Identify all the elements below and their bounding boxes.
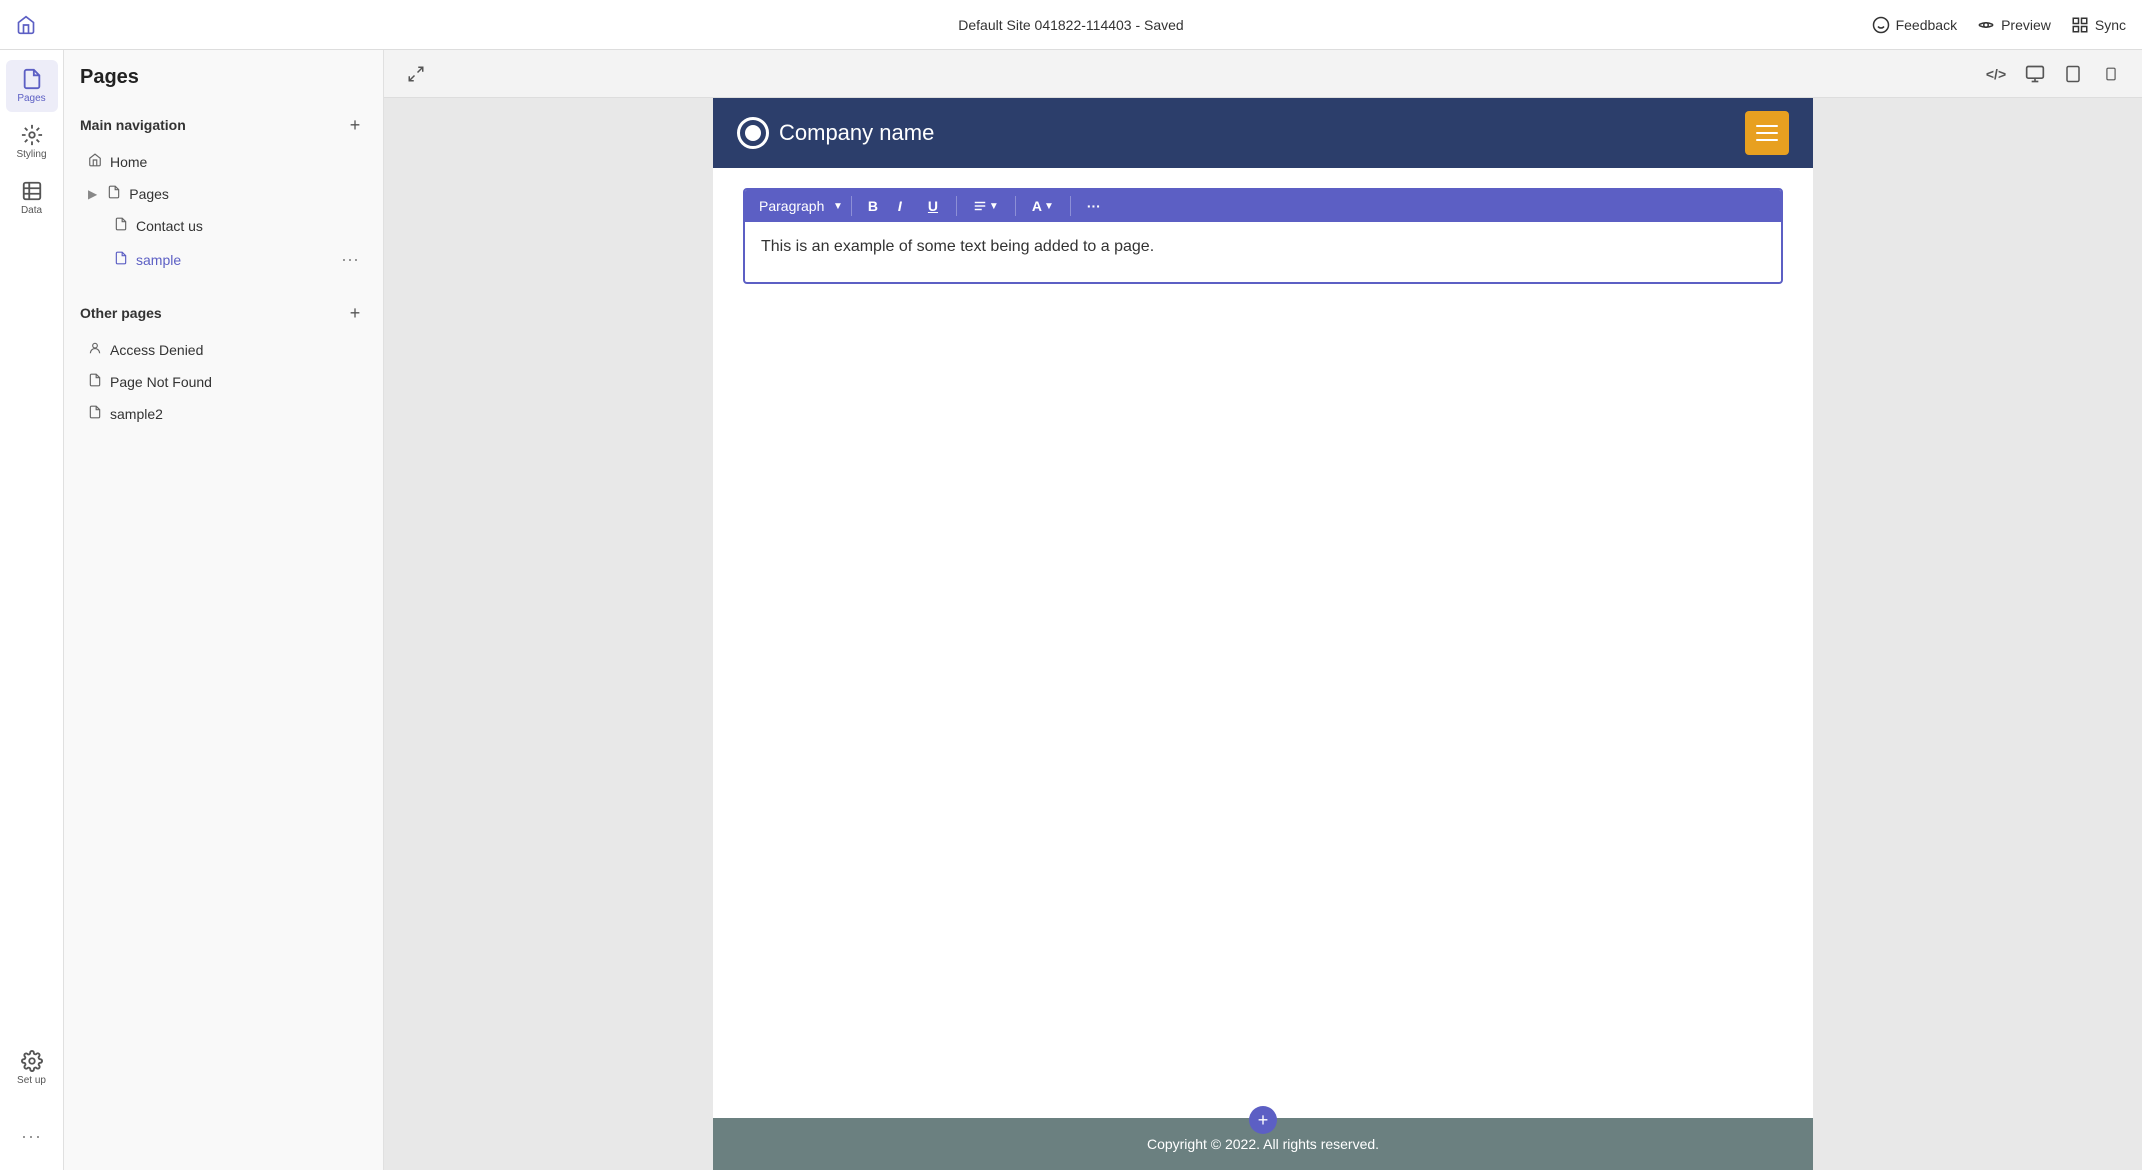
pages-nav-icon <box>107 185 121 202</box>
sample2-page-icon <box>88 405 102 422</box>
italic-button[interactable]: I <box>890 194 918 218</box>
nav-item-sample[interactable]: sample ··· <box>72 242 375 277</box>
tablet-view-button[interactable] <box>2058 59 2088 89</box>
canvas-scroll: Company name <box>384 98 2142 1170</box>
sidebar-item-more[interactable]: ··· <box>6 1110 58 1162</box>
hamburger-button[interactable] <box>1745 111 1789 155</box>
topbar-actions: Feedback Preview Sync <box>1872 16 2126 34</box>
sync-button[interactable]: Sync <box>2071 16 2126 34</box>
canvas-toolbar-left <box>400 58 432 90</box>
format-divider-3 <box>1015 196 1016 216</box>
other-pages-header: Other pages + <box>64 293 383 333</box>
font-button[interactable]: A ▼ <box>1024 194 1062 218</box>
font-caret-icon: ▼ <box>1044 201 1054 212</box>
main-nav-header: Main navigation + <box>64 105 383 145</box>
topbar: Default Site 041822-114403 - Saved Feedb… <box>0 0 2142 50</box>
add-block-button[interactable]: + <box>1249 1106 1277 1134</box>
nav-item-home[interactable]: Home <box>72 146 375 177</box>
mobile-view-button[interactable] <box>2096 59 2126 89</box>
other-pages-add-button[interactable]: + <box>343 301 367 325</box>
hamburger-line-2 <box>1756 132 1778 134</box>
access-denied-icon <box>88 341 102 358</box>
bold-button[interactable]: B <box>860 194 888 218</box>
paragraph-format-select[interactable]: Paragraph <box>753 194 831 218</box>
canvas-page: Company name <box>713 98 1813 1170</box>
hamburger-line-3 <box>1756 139 1778 141</box>
desktop-view-button[interactable] <box>2020 59 2050 89</box>
canvas-toolbar: </> <box>384 50 2142 98</box>
align-group: ▼ <box>965 195 1007 217</box>
canvas-toolbar-right: </> <box>1980 58 2126 90</box>
nav-item-sample2[interactable]: sample2 <box>72 398 375 429</box>
align-button[interactable]: ▼ <box>965 195 1007 217</box>
align-caret-icon: ▼ <box>989 201 999 212</box>
site-logo: Company name <box>737 117 934 149</box>
site-title: Default Site 041822-114403 - Saved <box>958 17 1183 33</box>
contact-us-page-icon <box>114 217 128 234</box>
other-pages-title: Other pages <box>80 305 162 321</box>
content-area: </> <box>384 50 2142 1170</box>
hamburger-line-1 <box>1756 125 1778 127</box>
text-editor-wrapper[interactable]: Paragraph ▼ B I U <box>743 188 1783 284</box>
home-icon-button[interactable] <box>16 15 36 35</box>
home-nav-icon <box>88 153 102 170</box>
format-divider-1 <box>851 196 852 216</box>
main-nav-add-button[interactable]: + <box>343 113 367 137</box>
sidebar-item-pages[interactable]: Pages <box>6 60 58 112</box>
code-view-button[interactable]: </> <box>1980 58 2012 90</box>
pages-chevron-icon: ▶ <box>88 187 97 201</box>
sample-more-icon[interactable]: ··· <box>341 249 359 270</box>
main-layout: Pages Styling Data Set up <box>0 50 2142 1170</box>
nav-item-contact-us[interactable]: Contact us <box>72 210 375 241</box>
text-content-area[interactable]: This is an example of some text being ad… <box>745 222 1781 282</box>
sidebar-item-setup[interactable]: Set up <box>6 1042 58 1094</box>
text-style-group: B I U <box>860 194 948 218</box>
sidebar-item-styling[interactable]: Styling <box>6 116 58 168</box>
page-not-found-icon <box>88 373 102 390</box>
icon-sidebar: Pages Styling Data Set up <box>0 50 64 1170</box>
sidebar-item-data[interactable]: Data <box>6 172 58 224</box>
pages-title: Pages <box>64 66 383 105</box>
company-logo-icon <box>737 117 769 149</box>
format-divider-2 <box>956 196 957 216</box>
preview-button[interactable]: Preview <box>1977 16 2051 34</box>
feedback-button[interactable]: Feedback <box>1872 16 1957 34</box>
underline-button[interactable]: U <box>920 194 948 218</box>
format-divider-4 <box>1070 196 1071 216</box>
nav-item-page-not-found[interactable]: Page Not Found <box>72 366 375 397</box>
main-nav-title: Main navigation <box>80 117 186 133</box>
font-group: A ▼ <box>1024 194 1062 218</box>
nav-item-pages-group[interactable]: ▶ Pages <box>72 178 375 209</box>
pages-sidebar: Pages Main navigation + Home ▶ <box>64 50 384 1170</box>
more-format-button[interactable]: ··· <box>1079 194 1109 218</box>
nav-item-access-denied[interactable]: Access Denied <box>72 334 375 365</box>
sample-page-icon <box>114 251 128 268</box>
canvas-body: Paragraph ▼ B I U <box>713 168 1813 1118</box>
site-header: Company name <box>713 98 1813 168</box>
arrow-tool-button[interactable] <box>400 58 432 90</box>
text-format-toolbar: Paragraph ▼ B I U <box>745 190 1781 222</box>
paragraph-selector-group: Paragraph ▼ <box>753 194 843 218</box>
paragraph-caret-icon: ▼ <box>833 201 843 212</box>
topbar-left <box>16 15 36 35</box>
